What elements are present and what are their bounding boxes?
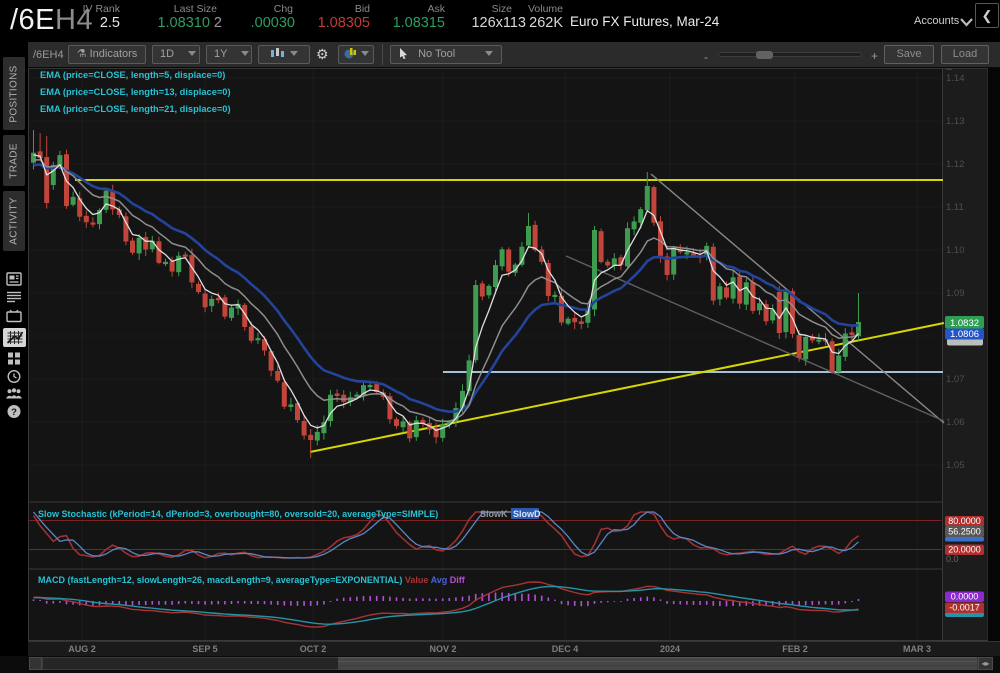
svg-text:EMA (price=CLOSE, length=21, d: EMA (price=CLOSE, length=21, displace=0) [40,104,231,114]
svg-text:80.0000: 80.0000 [948,516,981,526]
svg-text:1.0806: 1.0806 [950,329,979,340]
svg-text:1.06: 1.06 [946,417,965,428]
svg-text:1.13: 1.13 [946,116,965,127]
svg-text:1.12: 1.12 [946,159,965,170]
svg-text:1.07: 1.07 [946,374,965,385]
svg-text:0.0: 0.0 [946,554,959,564]
svg-text:1.14: 1.14 [946,73,965,84]
svg-text:EMA (price=CLOSE, length=5, di: EMA (price=CLOSE, length=5, displace=0) [40,70,225,80]
svg-text:Slow Stochastic (kPeriod=14, d: Slow Stochastic (kPeriod=14, dPeriod=3, … [38,509,438,519]
svg-text:1.09: 1.09 [946,288,965,299]
svg-text:SlowK: SlowK [480,509,508,519]
svg-text:56.2500: 56.2500 [948,526,981,536]
svg-text:1.0832: 1.0832 [950,318,979,329]
svg-text:1.10: 1.10 [946,245,965,256]
svg-text:1.11: 1.11 [946,202,964,213]
svg-text:SlowD: SlowD [513,509,541,519]
svg-text:0.0000: 0.0000 [951,591,979,601]
svg-text:EMA (price=CLOSE, length=13, d: EMA (price=CLOSE, length=13, displace=0) [40,87,231,97]
svg-text:-0.0017: -0.0017 [949,602,980,612]
svg-text:1.05: 1.05 [946,460,965,471]
svg-text:20.0000: 20.0000 [948,544,981,554]
svg-text:MACD (fastLength=12, slowLengt: MACD (fastLength=12, slowLength=26, macd… [38,575,466,585]
